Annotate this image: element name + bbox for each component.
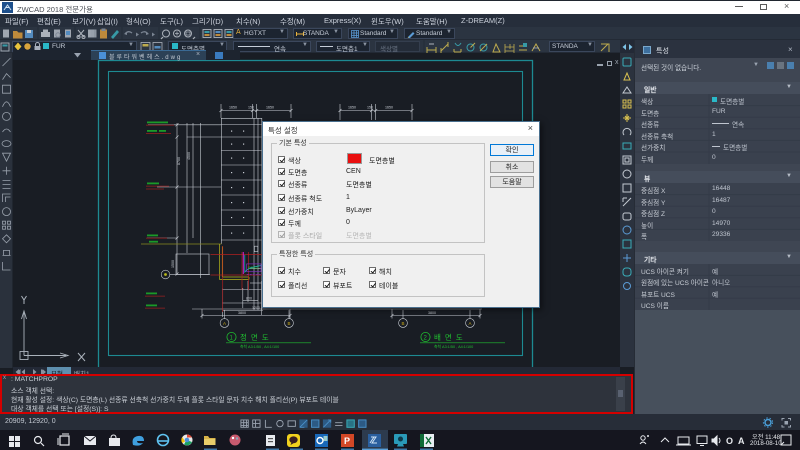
svg-text:A: A xyxy=(223,321,226,326)
svg-text:150: 150 xyxy=(367,106,373,110)
svg-text:3800: 3800 xyxy=(238,311,246,315)
svg-text:정면도: 정면도 xyxy=(240,332,273,342)
svg-text:B: B xyxy=(401,321,404,326)
svg-text:축척 A3:1/50 , A4:1/100: 축척 A3:1/50 , A4:1/100 xyxy=(240,344,279,349)
svg-text:A: A xyxy=(468,321,471,326)
svg-text:B: B xyxy=(287,321,290,326)
svg-text:POXO: POXO xyxy=(248,266,259,270)
svg-text:800: 800 xyxy=(246,297,252,301)
svg-text:150: 150 xyxy=(248,106,254,110)
svg-text:O: O xyxy=(726,436,733,446)
svg-text:4500: 4500 xyxy=(187,152,191,160)
svg-text:3800: 3800 xyxy=(428,311,436,315)
svg-text:1200: 1200 xyxy=(252,306,260,310)
svg-text:1650: 1650 xyxy=(266,106,274,110)
svg-text:1650: 1650 xyxy=(385,106,393,110)
svg-text:P: P xyxy=(344,436,350,446)
svg-text:1650: 1650 xyxy=(229,106,237,110)
svg-text:8700: 8700 xyxy=(177,157,181,165)
svg-text:축척 A3:1/50 , A4:1/100: 축척 A3:1/50 , A4:1/100 xyxy=(434,344,473,349)
svg-text:배면도: 배면도 xyxy=(434,332,467,342)
svg-text:A: A xyxy=(738,436,745,446)
svg-text:1500: 1500 xyxy=(171,260,175,268)
svg-text:1650: 1650 xyxy=(348,106,356,110)
